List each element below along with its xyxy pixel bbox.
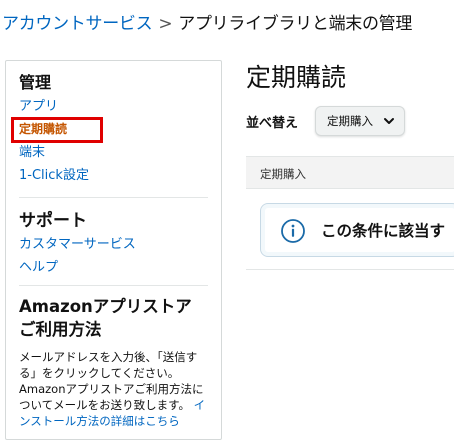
- sidebar-appstore-title-line1: Amazonアプリストア: [19, 297, 192, 316]
- sidebar-appstore-title: Amazonアプリストア ご利用方法: [19, 295, 211, 341]
- content-divider: [246, 269, 454, 270]
- sidebar-manage-title: 管理: [19, 73, 52, 92]
- sidebar-appstore-title-line2: ご利用方法: [19, 320, 102, 339]
- breadcrumb: アカウントサービス > アプリライブラリと端末の管理: [2, 9, 412, 34]
- sidebar-appstore-description: メールアドレスを入力後、「送信する」をクリックしてください。Amazonアプリス…: [19, 350, 204, 412]
- sidebar-item-help[interactable]: ヘルプ: [19, 256, 211, 279]
- highlight-box: [11, 117, 103, 143]
- sidebar-support-section: サポート カスタマーサービス ヘルプ: [19, 206, 211, 279]
- sidebar-appstore-section: Amazonアプリストア ご利用方法 メールアドレスを入力後、「送信する」をクリ…: [19, 295, 211, 429]
- sidebar-item-apps[interactable]: アプリ: [19, 95, 211, 118]
- chevron-down-icon: [382, 114, 396, 131]
- page-title: 定期購読: [246, 63, 347, 92]
- sidebar: 管理 アプリ 定期購読 端末 1-Click設定 サポート カスタマーサービス …: [5, 60, 222, 440]
- table-header: 定期購入: [246, 156, 454, 189]
- breadcrumb-separator: >: [158, 14, 173, 34]
- sidebar-item-customer-service[interactable]: カスタマーサービス: [19, 233, 211, 256]
- sidebar-appstore-text: メールアドレスを入力後、「送信する」をクリックしてください。Amazonアプリス…: [19, 349, 211, 429]
- sidebar-item-1click-settings[interactable]: 1-Click設定: [19, 164, 211, 187]
- breadcrumb-link-account-service[interactable]: アカウントサービス: [2, 14, 153, 34]
- sort-selected-value: 定期購入: [327, 114, 373, 128]
- info-alert: この条件に該当す: [260, 203, 454, 257]
- breadcrumb-current: アプリライブラリと端末の管理: [178, 14, 413, 34]
- alert-text: この条件に該当す: [321, 222, 446, 240]
- sort-label: 並べ替え: [246, 116, 299, 131]
- sidebar-divider: [19, 285, 208, 286]
- sidebar-divider: [19, 197, 208, 198]
- sidebar-support-title: サポート: [19, 211, 87, 231]
- info-icon: [280, 218, 306, 248]
- sidebar-item-devices[interactable]: 端末: [19, 141, 211, 164]
- sort-dropdown[interactable]: 定期購入: [315, 106, 405, 136]
